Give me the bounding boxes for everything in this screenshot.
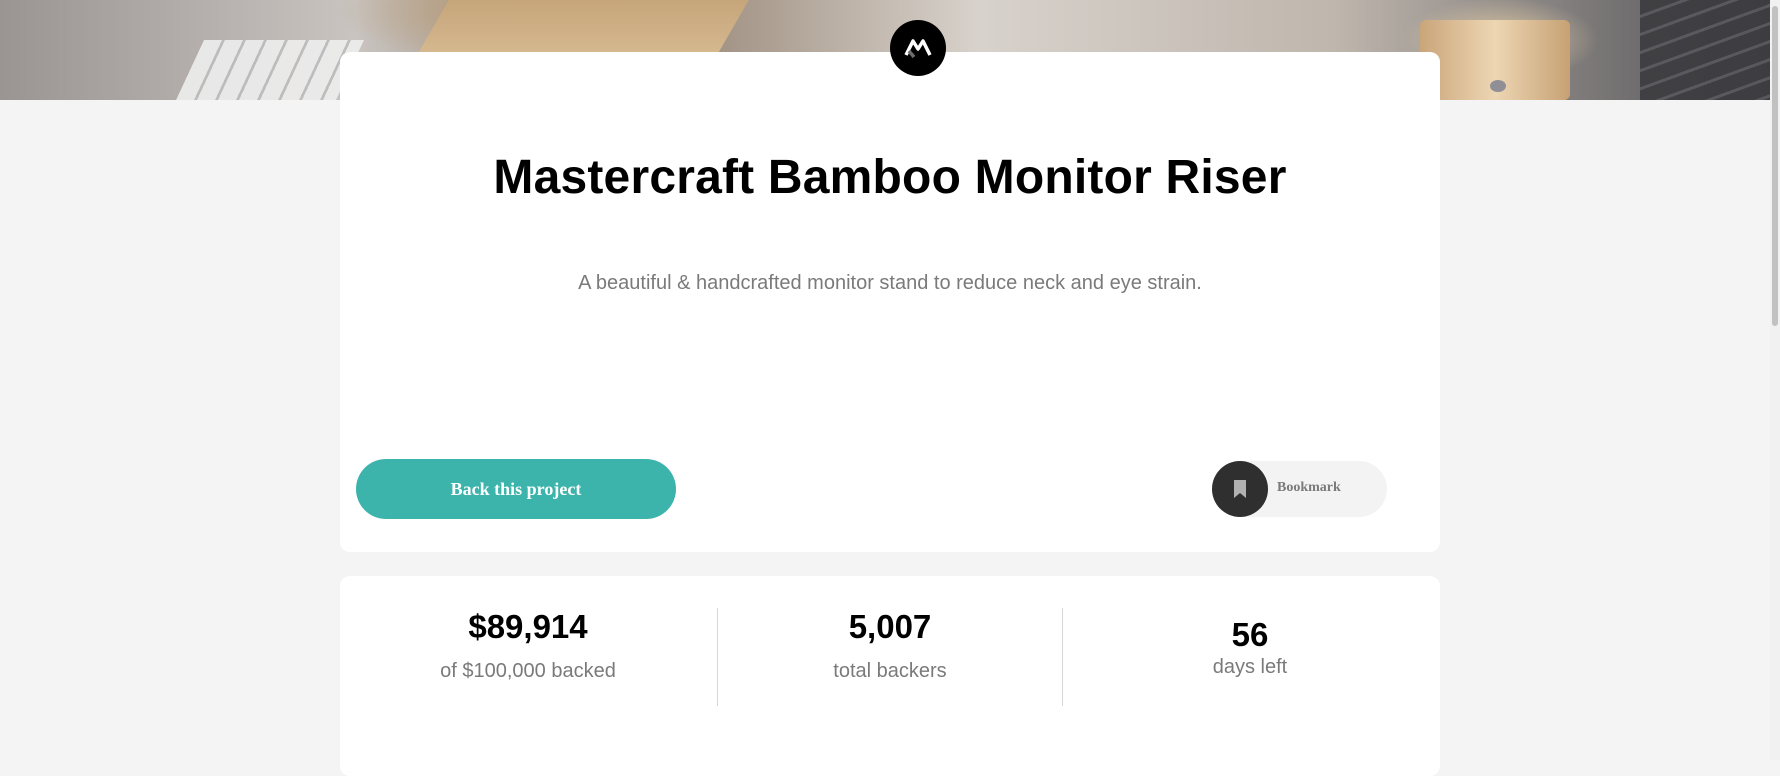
stat-backers-label: total backers (833, 660, 947, 682)
stat-backers-count: 5,007 (848, 608, 932, 645)
stat-days-count: 56 (1231, 616, 1269, 653)
bookmark-icon-circle (1212, 461, 1268, 517)
project-description: A beautiful & handcrafted monitor stand … (578, 272, 1202, 294)
mastercraft-logo-icon (890, 20, 946, 76)
logo-glyph (904, 39, 932, 59)
stat-backed-label: of $100,000 backed (440, 660, 616, 682)
stats-divider (717, 608, 718, 706)
bookmark-icon (1234, 480, 1246, 498)
bookmark-button[interactable]: Bookmark (1212, 461, 1387, 517)
bookmark-label: Bookmark (1277, 480, 1341, 495)
stat-backers: 5,007 total backers (790, 608, 990, 683)
stat-days-label: days left (1212, 656, 1288, 678)
back-project-button[interactable]: Back this project (356, 459, 676, 519)
stat-backed-amount: $89,914 (468, 608, 588, 645)
stat-backed: $89,914 of $100,000 backed (428, 608, 628, 683)
stats-divider (1062, 608, 1063, 706)
hero-laptop-keys (1640, 0, 1780, 100)
hero-lamp-switch (1490, 80, 1506, 92)
project-title: Mastercraft Bamboo Monitor Riser (493, 151, 1287, 204)
scrollbar[interactable] (1770, 0, 1780, 760)
scrollbar-thumb[interactable] (1772, 6, 1778, 326)
hero-keyboard-left (176, 40, 364, 100)
stat-days: 56 days left (1150, 616, 1350, 679)
